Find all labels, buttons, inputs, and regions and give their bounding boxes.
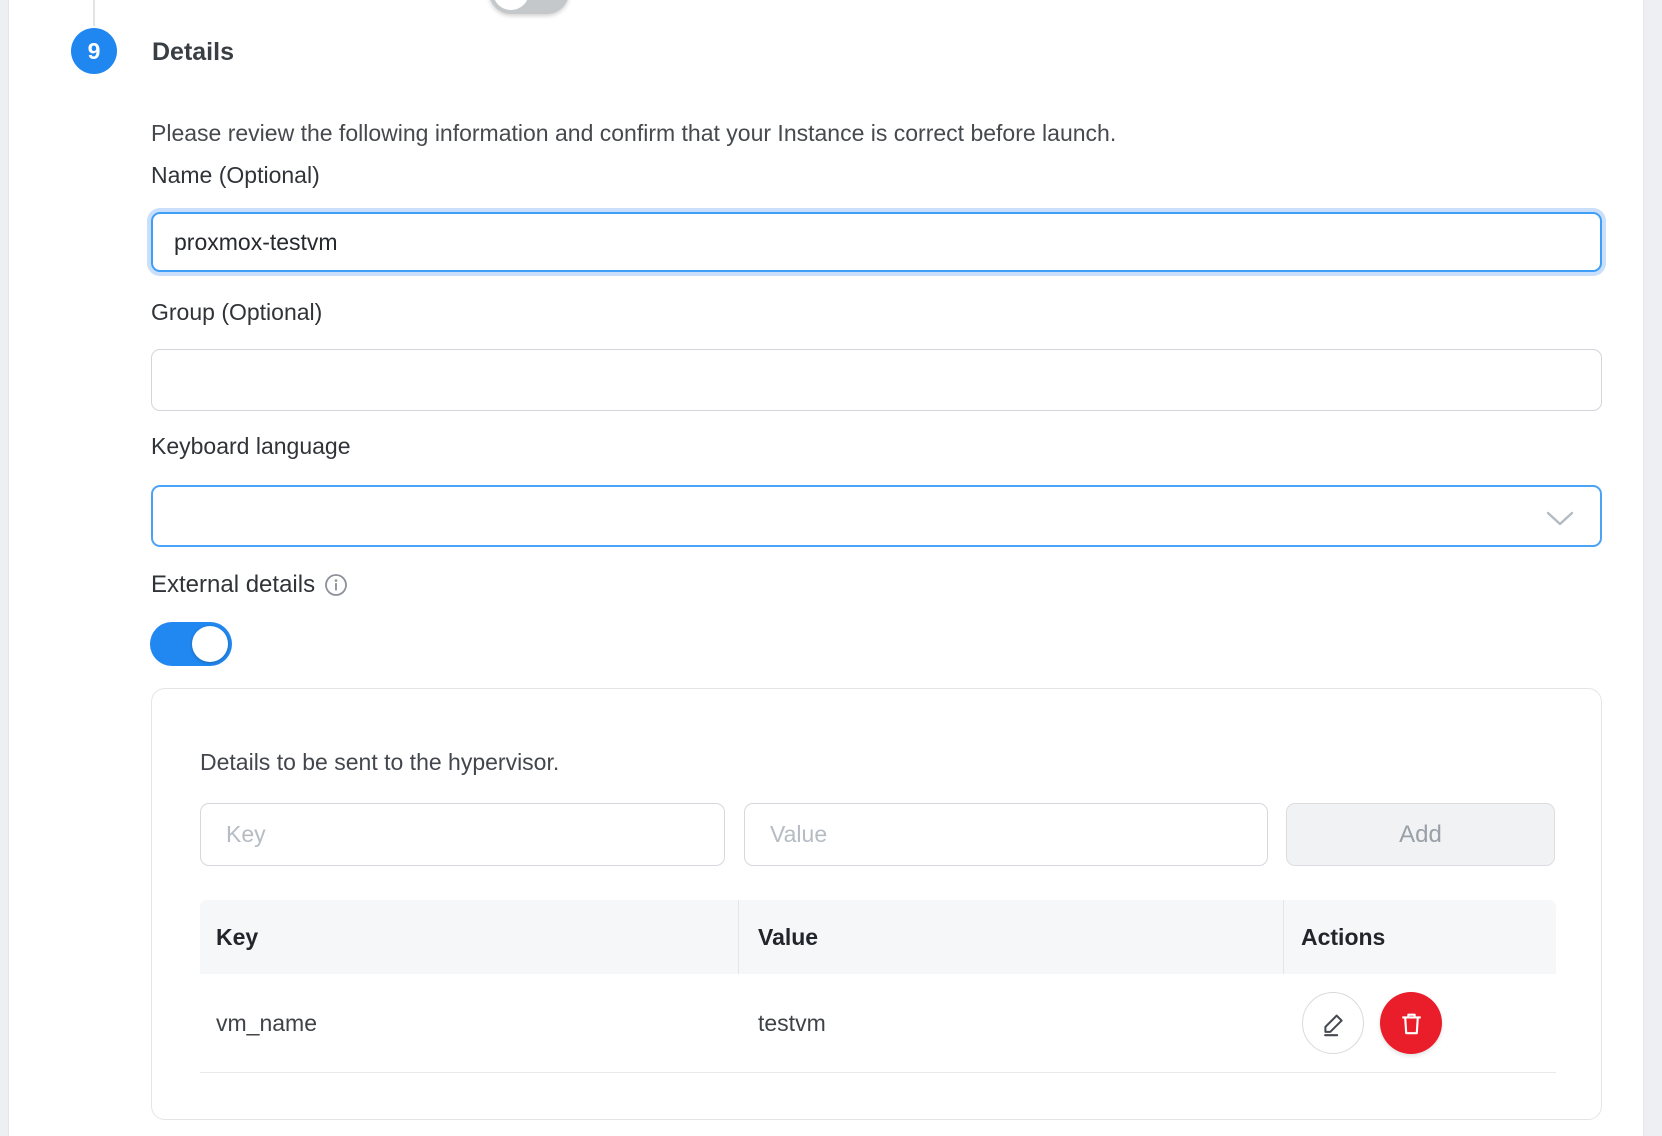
hypervisor-details-panel: Details to be sent to the hypervisor. Ad…: [151, 688, 1602, 1120]
column-header-actions: Actions: [1301, 900, 1385, 974]
info-icon[interactable]: [324, 573, 348, 597]
name-input[interactable]: [151, 212, 1602, 272]
name-label: Name (Optional): [151, 162, 320, 189]
delete-row-button[interactable]: [1380, 992, 1442, 1054]
external-details-toggle[interactable]: [150, 622, 232, 666]
step-connector-line: [93, 0, 95, 26]
keyboard-language-select[interactable]: [151, 485, 1602, 547]
external-details-label: External details: [151, 571, 315, 599]
column-separator: [1283, 900, 1284, 974]
page: 9 Details Please review the following in…: [0, 0, 1662, 1136]
row-key-cell: vm_name: [216, 974, 317, 1073]
hypervisor-panel-description: Details to be sent to the hypervisor.: [200, 749, 559, 776]
edit-row-button[interactable]: [1302, 992, 1364, 1054]
keyboard-language-label: Keyboard language: [151, 433, 351, 460]
group-input[interactable]: [151, 349, 1602, 411]
details-table: Key Value Actions vm_name testvm: [200, 900, 1556, 1073]
previous-step-toggle[interactable]: [489, 0, 569, 14]
table-row: vm_name testvm: [200, 974, 1556, 1073]
key-input[interactable]: [200, 803, 725, 866]
intro-text: Please review the following information …: [151, 120, 1451, 147]
column-header-value: Value: [758, 900, 818, 974]
external-details-toggle-knob: [192, 626, 228, 662]
column-separator: [738, 900, 739, 974]
step-title: Details: [152, 38, 234, 67]
group-label: Group (Optional): [151, 299, 322, 326]
value-input[interactable]: [744, 803, 1268, 866]
previous-step-toggle-knob: [493, 0, 529, 10]
chevron-down-icon: [1546, 511, 1574, 527]
content-card: 9 Details Please review the following in…: [8, 0, 1644, 1136]
row-actions: [1302, 992, 1442, 1054]
edit-pencil-icon: [1320, 1010, 1347, 1037]
step-number-badge: 9: [71, 28, 117, 74]
add-button[interactable]: Add: [1286, 803, 1555, 866]
details-table-header: Key Value Actions: [200, 900, 1556, 974]
delete-trash-icon: [1398, 1010, 1425, 1037]
external-details-row: External details: [151, 571, 348, 599]
column-header-key: Key: [216, 900, 258, 974]
row-value-cell: testvm: [758, 974, 826, 1073]
